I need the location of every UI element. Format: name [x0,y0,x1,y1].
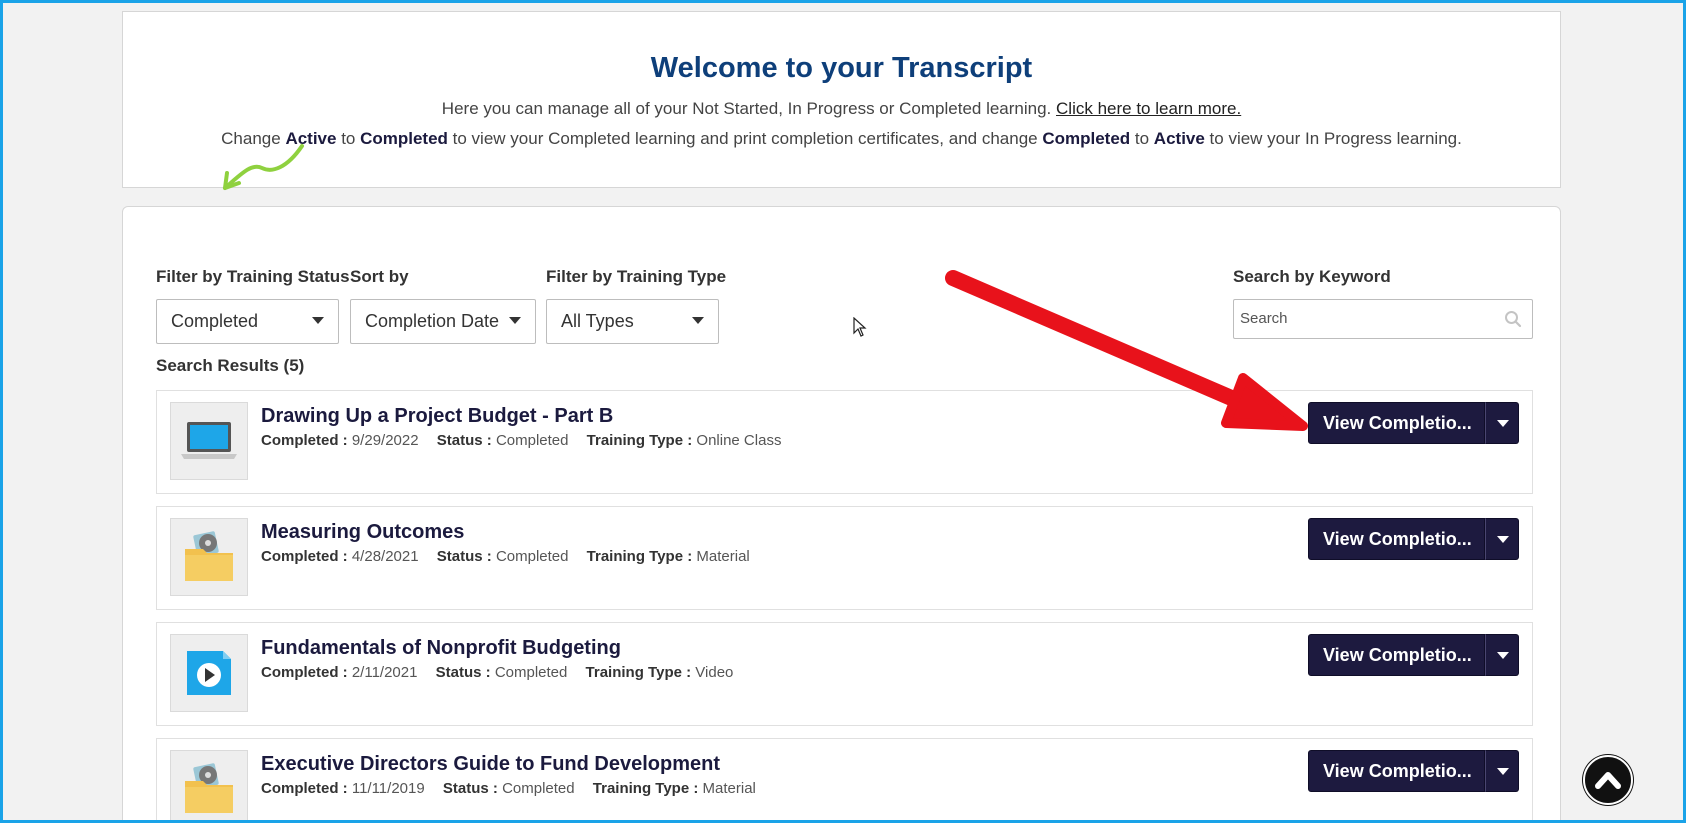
mouse-cursor-icon [853,317,867,337]
chevron-down-icon [1497,420,1509,427]
completed-date: 4/28/2021 [351,548,419,565]
view-completion-dropdown[interactable] [1485,634,1519,676]
instr-text-4: to [1130,129,1154,148]
status-label: Status : [436,432,492,449]
completed-date: 9/29/2022 [351,432,419,449]
instr-text-5: to view your In Progress learning. [1204,129,1462,148]
type-label: Training Type : [585,664,692,681]
view-completion-group: View Completio... [1308,402,1519,444]
completed-label: Completed : [261,664,348,681]
result-meta: Completed : 2/11/2021 Status : Completed… [261,664,733,681]
status-value: Completed [502,780,575,797]
type-filter-label: Filter by Training Type [546,267,727,286]
laptop-icon [181,422,237,459]
instr-text-3: to view your Completed learning and prin… [447,129,1043,148]
thumbnail [170,634,248,712]
view-completion-button[interactable]: View Completio... [1308,750,1485,792]
result-meta: Completed : 9/29/2022 Status : Completed… [261,432,781,449]
instr-bold-completed-2: Completed [1042,129,1131,148]
status-label: Status : [436,548,492,565]
result-card: Executive Directors Guide to Fund Develo… [156,738,1533,820]
status-value: Completed [495,432,569,449]
chevron-down-icon [509,317,521,324]
status-value: Completed [494,664,568,681]
result-card: Measuring Outcomes Completed : 4/28/2021… [156,506,1533,610]
view-completion-button[interactable]: View Completio... [1308,634,1485,676]
transcript-panel: Filter by Training Status Completed Sort… [122,206,1561,820]
chevron-down-icon [1497,536,1509,543]
chevron-down-icon [312,317,324,324]
status-label: Status : [435,664,491,681]
type-filter-value: All Types [561,311,634,331]
results-count: Search Results (5) [156,356,305,375]
result-meta: Completed : 4/28/2021 Status : Completed… [261,548,750,565]
type-label: Training Type : [592,780,699,797]
chevron-down-icon [1497,652,1509,659]
view-completion-group: View Completio... [1308,518,1519,560]
completed-date: 2/11/2021 [351,664,418,681]
result-title[interactable]: Executive Directors Guide to Fund Develo… [261,753,720,776]
result-card: Fundamentals of Nonprofit Budgeting Comp… [156,622,1533,726]
welcome-intro: Here you can manage all of your Not Star… [123,99,1560,119]
status-label: Status : [442,780,498,797]
sort-select[interactable]: Completion Date [350,299,536,344]
completed-date: 11/11/2019 [351,780,425,797]
completed-label: Completed : [261,780,348,797]
result-title[interactable]: Drawing Up a Project Budget - Part B [261,405,613,428]
type-value: Material [696,548,750,565]
type-label: Training Type : [586,548,693,565]
type-value: Video [695,664,734,681]
chevron-down-icon [692,317,704,324]
thumbnail [170,402,248,480]
view-completion-button[interactable]: View Completio... [1308,402,1485,444]
chevron-down-icon [1497,768,1509,775]
instr-text-2: to [336,129,361,148]
chevron-up-icon [1595,772,1621,789]
result-card: Drawing Up a Project Budget - Part B Com… [156,390,1533,494]
instr-bold-completed-1: Completed [360,129,448,148]
sort-label: Sort by [350,267,409,286]
view-completion-dropdown[interactable] [1485,518,1519,560]
welcome-instructions: Change Active to Completed to view your … [123,129,1560,149]
type-label: Training Type : [586,432,693,449]
status-filter-label: Filter by Training Status [156,267,350,286]
type-value: Material [702,780,756,797]
status-filter-select[interactable]: Completed [156,299,339,344]
result-title[interactable]: Fundamentals of Nonprofit Budgeting [261,637,621,660]
thumbnail [170,750,248,820]
learn-more-link[interactable]: Click here to learn more. [1056,99,1241,118]
status-value: Completed [495,548,569,565]
status-filter-value: Completed [171,311,259,331]
type-value: Online Class [696,432,782,449]
result-title[interactable]: Measuring Outcomes [261,521,464,544]
completed-label: Completed : [261,432,348,449]
type-filter-select[interactable]: All Types [546,299,719,344]
welcome-intro-text: Here you can manage all of your Not Star… [441,99,1057,118]
view-completion-group: View Completio... [1308,750,1519,792]
folder-icon [185,763,233,813]
page-title: Welcome to your Transcript [650,52,1033,84]
green-arrow-annotation [223,144,304,190]
instr-bold-active-2: Active [1153,129,1205,148]
video-icon [187,651,231,695]
view-completion-button[interactable]: View Completio... [1308,518,1485,560]
view-completion-dropdown[interactable] [1485,402,1519,444]
search-icon[interactable] [1504,310,1522,328]
result-meta: Completed : 11/11/2019 Status : Complete… [261,780,756,797]
welcome-panel: Welcome to your Transcript Here you can … [122,11,1561,188]
sort-value: Completion Date [365,311,500,331]
scroll-to-top-button[interactable] [1583,755,1633,805]
red-arrow-annotation [945,270,1308,431]
thumbnail [170,518,248,596]
view-completion-group: View Completio... [1308,634,1519,676]
completed-label: Completed : [261,548,348,565]
folder-icon [185,531,233,581]
view-completion-dropdown[interactable] [1485,750,1519,792]
